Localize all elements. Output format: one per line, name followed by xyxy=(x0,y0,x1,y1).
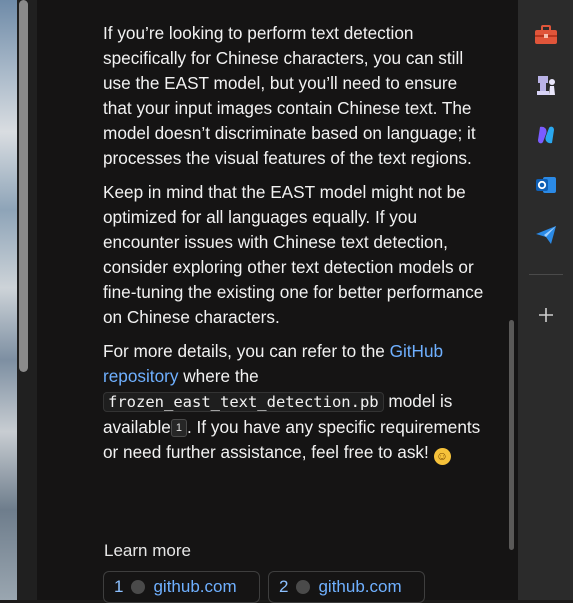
citation-badge[interactable]: 1 xyxy=(170,419,187,437)
plus-icon[interactable] xyxy=(533,302,559,328)
message-paragraph: Keep in mind that the EAST model might n… xyxy=(103,182,484,327)
inline-code: frozen_east_text_detection.pb xyxy=(103,392,384,412)
copilot-icon[interactable] xyxy=(533,122,559,148)
toolbox-icon[interactable] xyxy=(533,22,559,48)
send-icon[interactable] xyxy=(533,222,559,248)
chat-scrollbar[interactable] xyxy=(509,320,514,550)
details-mid: where the xyxy=(178,366,259,386)
source-domain: github.com xyxy=(153,577,237,596)
assistant-message: If you’re looking to perform text detect… xyxy=(103,21,489,474)
details-paragraph: For more details, you can refer to the G… xyxy=(103,339,489,465)
smile-emoji-icon: ☺ xyxy=(433,448,451,465)
source-link-2[interactable]: 2 github.com xyxy=(268,571,425,603)
page-scrollbar[interactable] xyxy=(19,0,28,372)
source-domain: github.com xyxy=(318,577,402,596)
message-paragraph: If you’re looking to perform text detect… xyxy=(103,23,476,168)
source-number: 2 xyxy=(279,577,289,596)
desktop-wallpaper xyxy=(0,0,17,600)
sidebar-divider xyxy=(529,274,563,275)
details-prefix: For more details, you can refer to the xyxy=(103,341,390,361)
outlook-icon[interactable] xyxy=(533,172,559,198)
source-number: 1 xyxy=(114,577,124,596)
learn-more-label: Learn more xyxy=(104,541,191,560)
edge-sidebar xyxy=(518,0,573,600)
chess-icon[interactable] xyxy=(533,72,559,98)
github-icon xyxy=(131,580,146,594)
source-link-1[interactable]: 1 github.com xyxy=(103,571,260,603)
github-icon xyxy=(296,580,311,594)
